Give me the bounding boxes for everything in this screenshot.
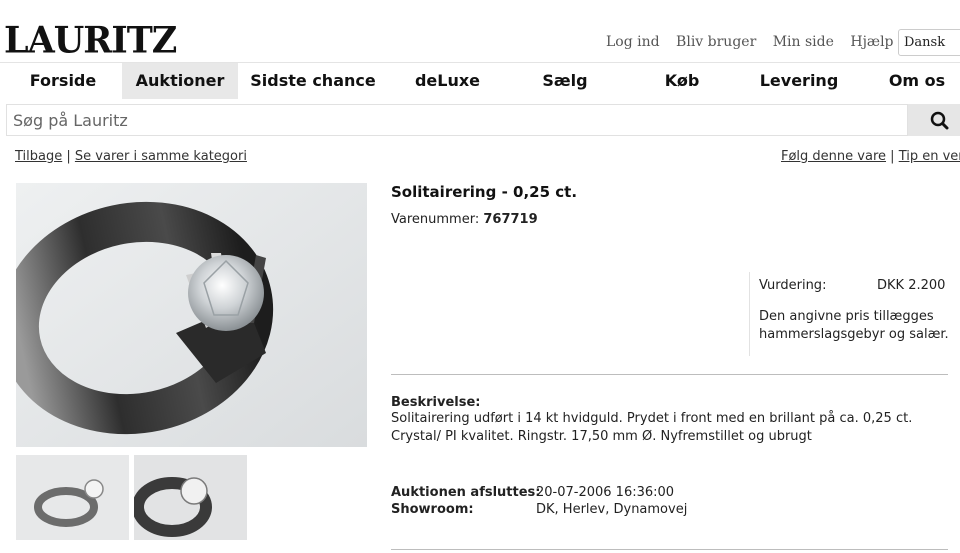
- actions-separator: |: [890, 149, 895, 164]
- showroom-value: DK, Herlev, Dynamovej: [536, 502, 688, 517]
- nav-saelg[interactable]: Sælg: [520, 63, 610, 99]
- language-select[interactable]: Dansk: [898, 29, 960, 56]
- breadcrumb-separator: |: [66, 149, 71, 164]
- valuation-note: Den angivne pris tillægges hammerslagsge…: [759, 309, 949, 342]
- auction-end-label: Auktionen afsluttes:: [391, 485, 541, 500]
- lauritz-logo[interactable]: LAURITZ: [4, 19, 177, 62]
- nav-auktioner[interactable]: Auktioner: [122, 63, 238, 99]
- search-bar[interactable]: Søg på Lauritz: [6, 104, 908, 136]
- item-number-label: Varenummer:: [391, 212, 480, 227]
- item-actions: Følg denne vare | Tip en ven: [781, 149, 960, 164]
- thumbnail-2[interactable]: [134, 455, 247, 540]
- description-text: Solitairering udført i 14 kt hvidguld. P…: [391, 411, 913, 444]
- my-page-link[interactable]: Min side: [773, 34, 834, 50]
- nav-sidste-chance[interactable]: Sidste chance: [243, 63, 383, 99]
- same-category-link[interactable]: Se varer i samme kategori: [75, 149, 247, 164]
- search-button[interactable]: [908, 104, 960, 136]
- nav-koeb[interactable]: Køb: [640, 63, 724, 99]
- search-input[interactable]: Søg på Lauritz: [13, 111, 128, 130]
- valuation-box: Vurdering: DKK 2.200 Den angivne pris ti…: [749, 272, 950, 356]
- register-link[interactable]: Bliv bruger: [676, 34, 756, 50]
- nav-om-os[interactable]: Om os: [878, 63, 956, 99]
- main-nav: Forside Auktioner Sidste chance deLuxe S…: [0, 62, 960, 99]
- showroom-label: Showroom:: [391, 502, 474, 517]
- item-title: Solitairering - 0,25 ct.: [391, 183, 578, 201]
- divider: [391, 374, 948, 375]
- bottom-divider: [391, 549, 948, 550]
- breadcrumb: Tilbage | Se varer i samme kategori: [15, 149, 247, 164]
- auction-end-value: 20-07-2006 16:36:00: [536, 485, 675, 500]
- follow-item-link[interactable]: Følg denne vare: [781, 149, 886, 164]
- help-link[interactable]: Hjælp: [850, 34, 893, 50]
- showroom-row: Showroom: DK, Herlev, Dynamovej: [391, 502, 687, 517]
- thumbnail-1[interactable]: [16, 455, 129, 540]
- tip-friend-link[interactable]: Tip en ven: [899, 149, 960, 164]
- back-link[interactable]: Tilbage: [15, 149, 62, 164]
- nav-deluxe[interactable]: deLuxe: [395, 63, 500, 99]
- valuation-value: DKK 2.200: [877, 278, 946, 293]
- nav-forside[interactable]: Forside: [0, 63, 126, 99]
- search-icon: [930, 111, 949, 130]
- top-links: Log ind Bliv bruger Min side Hjælp: [606, 34, 906, 50]
- login-link[interactable]: Log ind: [606, 34, 660, 50]
- auction-end-row: Auktionen afsluttes: 20-07-2006 16:36:00: [391, 485, 674, 500]
- description-label: Beskrivelse:: [391, 395, 481, 410]
- valuation-label: Vurdering:: [759, 278, 827, 293]
- item-number-value: 767719: [483, 212, 538, 227]
- nav-levering[interactable]: Levering: [750, 63, 848, 99]
- item-number: Varenummer: 767719: [391, 212, 538, 227]
- main-product-image[interactable]: [16, 183, 367, 447]
